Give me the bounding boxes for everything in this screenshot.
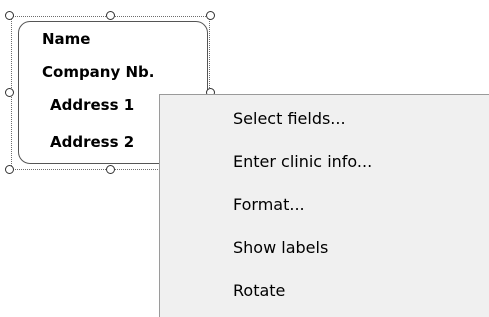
menu-item-show-labels[interactable]: Show labels: [160, 230, 489, 266]
context-menu: Select fields... Enter clinic info... Fo…: [159, 94, 489, 317]
menu-item-label: Select fields...: [233, 109, 346, 128]
menu-item-label: Format...: [233, 195, 305, 214]
resize-handle-top[interactable]: [106, 11, 115, 20]
field-address-2: Address 2: [50, 133, 135, 151]
menu-item-label: Rotate: [233, 281, 286, 300]
menu-item-rotate[interactable]: Rotate: [160, 273, 489, 309]
resize-handle-top-right[interactable]: [206, 11, 215, 20]
design-canvas[interactable]: Name Company Nb. Address 1 Address 2 Sel…: [0, 0, 489, 317]
field-address-1: Address 1: [50, 96, 135, 114]
menu-item-label: Show labels: [233, 238, 329, 257]
resize-handle-bottom[interactable]: [106, 165, 115, 174]
resize-handle-left[interactable]: [5, 88, 14, 97]
menu-item-format[interactable]: Format...: [160, 187, 489, 223]
resize-handle-top-left[interactable]: [5, 11, 14, 20]
menu-item-select-fields[interactable]: Select fields...: [160, 101, 489, 137]
resize-handle-bottom-left[interactable]: [5, 165, 14, 174]
field-name: Name: [42, 30, 91, 48]
menu-item-label: Enter clinic info...: [233, 152, 373, 171]
menu-item-enter-clinic-info[interactable]: Enter clinic info...: [160, 144, 489, 180]
field-company-number: Company Nb.: [42, 63, 155, 81]
